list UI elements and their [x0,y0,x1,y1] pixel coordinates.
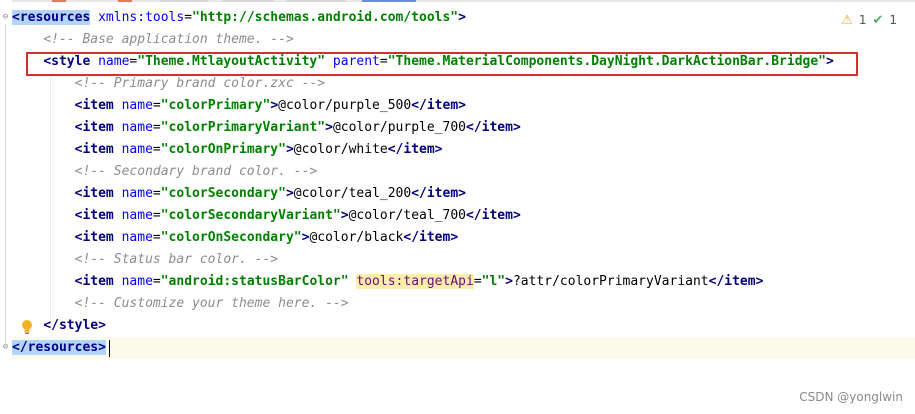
watermark: CSDN @yonglwin [799,390,903,404]
gutter: ⊖ ⊖ [0,0,12,414]
tag-end: </item> [411,98,466,113]
attribute-value: "colorOnPrimary" [160,142,286,157]
tag-open: <item [74,230,114,245]
code-line-4[interactable]: <!-- Primary brand color.zxc --> [12,73,325,95]
attribute-value: "l" [481,274,506,289]
tag-end: </style> [43,318,106,333]
comment: <!-- Secondary brand color. --> [74,164,318,179]
tag-open: <item [74,98,114,113]
tag-open: <item [74,274,114,289]
inspection-widget[interactable]: ⚠ 1 ✔ 1 [841,10,897,30]
tag-open: <item [74,120,114,135]
tag-end: </item> [708,274,764,289]
tab-marker [160,0,208,2]
attribute-value: "colorOnSecondary" [160,230,302,245]
comment: <!-- Base application theme. --> [43,32,294,47]
attribute-value: "colorPrimaryVariant" [160,120,326,135]
tag-end: </item> [465,208,521,223]
lightbulb-icon[interactable] [20,319,34,335]
tab-marker-active [362,0,416,2]
code-line-13[interactable]: <item name="android:statusBarColor" tool… [12,271,763,293]
item-value: @color/purple_700 [332,120,466,135]
comment: <!-- Customize your theme here. --> [74,296,349,311]
attribute-name: name [121,208,153,223]
tab-marker [286,0,346,2]
text-caret [109,340,110,357]
tag-close: > [458,10,466,25]
code-line-2[interactable]: <!-- Base application theme. --> [12,29,294,51]
attribute-name: name [121,186,153,201]
current-line-highlight [0,337,915,359]
attribute-name: name [121,274,153,289]
attribute-value: "colorSecondaryVariant" [160,208,341,223]
attribute-value: "http://schemas.android.com/tools" [192,10,459,25]
fold-toggle-icon[interactable]: ⊖ [1,13,10,22]
tag-open: <item [74,186,114,201]
attribute-value: "android:statusBarColor" [160,274,349,289]
fold-toggle-icon[interactable]: ⊖ [1,343,10,352]
code-editor[interactable]: ⊖ ⊖ <resources xmlns:tools="http://schem… [0,0,915,414]
warning-count: 1 [858,13,867,27]
fold-guide [5,24,6,344]
tab-marker [52,0,66,2]
item-value: @color/black [309,230,404,245]
tag-end: </resources> [12,340,106,355]
tab-marker [222,0,274,2]
equals: = [184,10,193,25]
checkmark-icon: ✔ [872,12,884,28]
code-line-6[interactable]: <item name="colorPrimaryVariant">@color/… [12,117,521,139]
tag-end: </item> [466,120,521,135]
attribute-value: "colorPrimary" [160,98,271,113]
code-line-11[interactable]: <item name="colorOnSecondary">@color/bla… [12,227,459,249]
tag-end: </item> [387,142,443,157]
ok-count: 1 [889,13,897,27]
code-line-7[interactable]: <item name="colorOnPrimary">@color/white… [12,139,443,161]
tag-open: <item [74,208,114,223]
comment: <!-- Primary brand color.zxc --> [74,76,326,91]
item-value: ?attr/colorPrimaryVariant [512,274,709,289]
code-line-14[interactable]: <!-- Customize your theme here. --> [12,293,349,315]
item-value: @color/teal_200 [293,186,412,201]
code-line-12[interactable]: <!-- Status bar color. --> [12,249,279,271]
code-line-1[interactable]: <resources xmlns:tools="http://schemas.a… [12,7,466,29]
code-line-5[interactable]: <item name="colorPrimary">@color/purple_… [12,95,466,117]
tab-marker [118,0,132,2]
attribute-name: name [121,120,153,135]
code-line-10[interactable]: <item name="colorSecondaryVariant">@colo… [12,205,521,227]
code-line-16[interactable]: </resources> [12,337,106,359]
attribute-name: name [121,230,153,245]
warning-icon: ⚠ [841,12,853,28]
item-value: @color/purple_500 [278,98,412,113]
tag-end: </item> [411,186,466,201]
attribute-value: "colorSecondary" [160,186,286,201]
attribute-name: xmlns:tools [98,10,185,25]
attribute-name: name [121,98,153,113]
comment: <!-- Status bar color. --> [74,252,279,267]
namespace-attribute: tools:targetApi [356,274,474,289]
code-line-9[interactable]: <item name="colorSecondary">@color/teal_… [12,183,466,205]
item-value: @color/white [293,142,388,157]
tag-open: <item [74,142,114,157]
tab-strip [0,0,915,2]
item-value: @color/teal_700 [348,208,466,223]
tag-end: </item> [403,230,459,245]
attribute-name: name [121,142,153,157]
tag-open: <resources [12,10,91,25]
code-line-8[interactable]: <!-- Secondary brand color. --> [12,161,318,183]
